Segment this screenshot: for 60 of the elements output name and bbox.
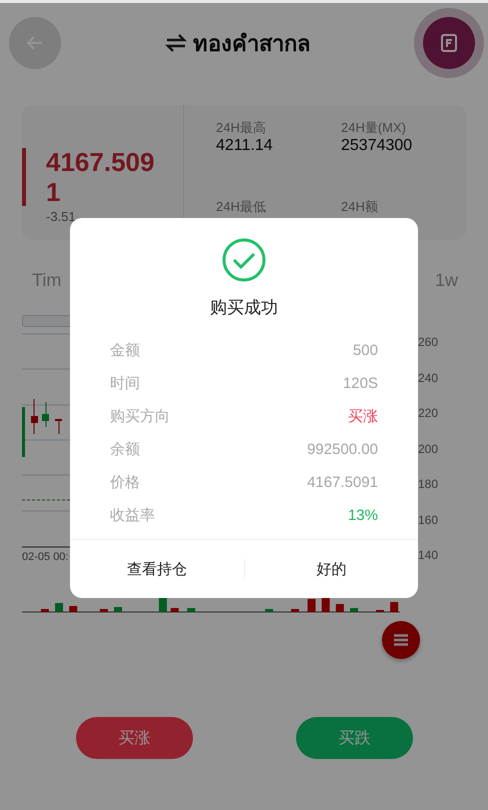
- page-title: ทองคำสากล: [193, 30, 310, 58]
- detail-value: 500: [352, 342, 378, 359]
- menu-icon: [394, 634, 408, 646]
- volume-bar: [69, 606, 78, 612]
- candlestick: [55, 418, 62, 434]
- detail-value: 120S: [342, 375, 378, 392]
- detail-label: 余额: [110, 440, 140, 459]
- period-tab[interactable]: Tim: [32, 270, 62, 291]
- candlestick: [31, 398, 38, 434]
- volume-bar: [390, 602, 398, 612]
- volume-bar: [40, 609, 49, 612]
- detail-value: 4167.5091: [307, 474, 378, 491]
- change-text: -3.51: [46, 209, 76, 224]
- price-axis-label: 180: [418, 476, 438, 492]
- price-axis-label: 160: [418, 512, 438, 528]
- detail-label: 时间: [110, 374, 140, 393]
- stat-value: 4211.14: [216, 137, 274, 155]
- price-axis-label: 200: [418, 440, 438, 456]
- orders-button[interactable]: [423, 17, 475, 69]
- check-circle-icon: [222, 238, 266, 282]
- volume-bar: [170, 608, 179, 612]
- dialog-button[interactable]: 好的: [244, 540, 418, 598]
- detail-value: 992500.00: [307, 441, 378, 458]
- stat-label: 24H最高: [216, 119, 267, 137]
- candlestick: [42, 402, 49, 428]
- volume-bar: [322, 598, 330, 612]
- period-tab[interactable]: 1w: [434, 270, 458, 291]
- detail-label: 购买方向: [110, 407, 170, 426]
- detail-value: 买涨: [348, 407, 378, 426]
- volume-bar: [114, 607, 122, 612]
- candlestick: [22, 407, 25, 457]
- volume-bar: [291, 609, 300, 612]
- trade-button[interactable]: 买涨: [76, 717, 193, 759]
- volume-bar: [308, 599, 316, 612]
- stat-label: 24H量(MX): [341, 119, 408, 137]
- volume-bar: [55, 603, 64, 612]
- price-axis-label: 140: [418, 547, 438, 563]
- swap-icon[interactable]: [165, 33, 187, 53]
- menu-button[interactable]: [382, 621, 420, 659]
- dialog-button[interactable]: 查看持仓: [70, 540, 244, 598]
- stat-label: 24H最低: [216, 198, 267, 216]
- volume-bar: [187, 608, 196, 612]
- volume-bar: [350, 608, 358, 612]
- volume-bar: [100, 609, 108, 612]
- detail-label: 价格: [110, 473, 140, 492]
- detail-value: 13%: [348, 507, 378, 524]
- price-text: 4167.5091: [46, 147, 156, 207]
- stat-value: 25374300: [341, 137, 414, 155]
- detail-label: 收益率: [110, 506, 155, 525]
- volume-bar: [336, 604, 344, 612]
- volume-bar: [265, 609, 274, 612]
- dialog-title: 购买成功: [210, 297, 278, 319]
- date-axis-label: 02-05 00:: [22, 551, 70, 565]
- price-axis-label: 240: [418, 370, 438, 386]
- price-axis-label: 260: [418, 334, 438, 350]
- detail-label: 金额: [110, 341, 140, 360]
- stat-label: 24H额: [341, 198, 379, 216]
- document-icon: [438, 32, 460, 54]
- price-axis-label: 220: [418, 405, 438, 421]
- trade-button[interactable]: 买跌: [296, 717, 413, 759]
